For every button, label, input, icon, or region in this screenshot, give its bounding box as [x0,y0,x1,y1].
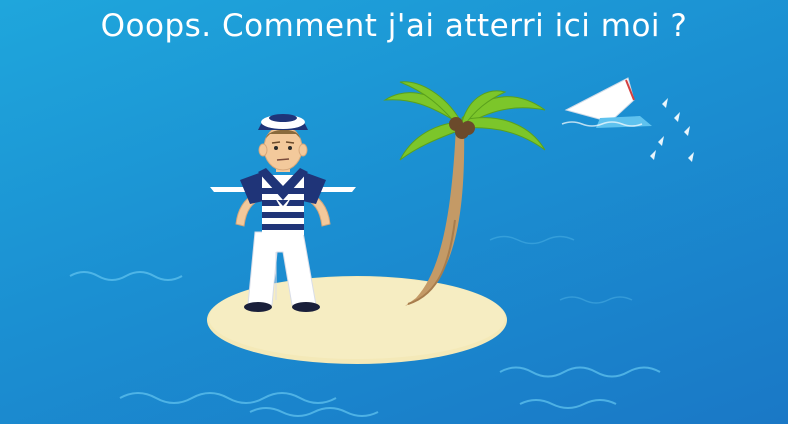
sinking-boat [561,77,694,162]
error-page-illustration: Ooops. Comment j'ai atterri ici moi ? [0,0,788,424]
palm-tree [383,81,546,306]
illustration-canvas [69,77,694,417]
